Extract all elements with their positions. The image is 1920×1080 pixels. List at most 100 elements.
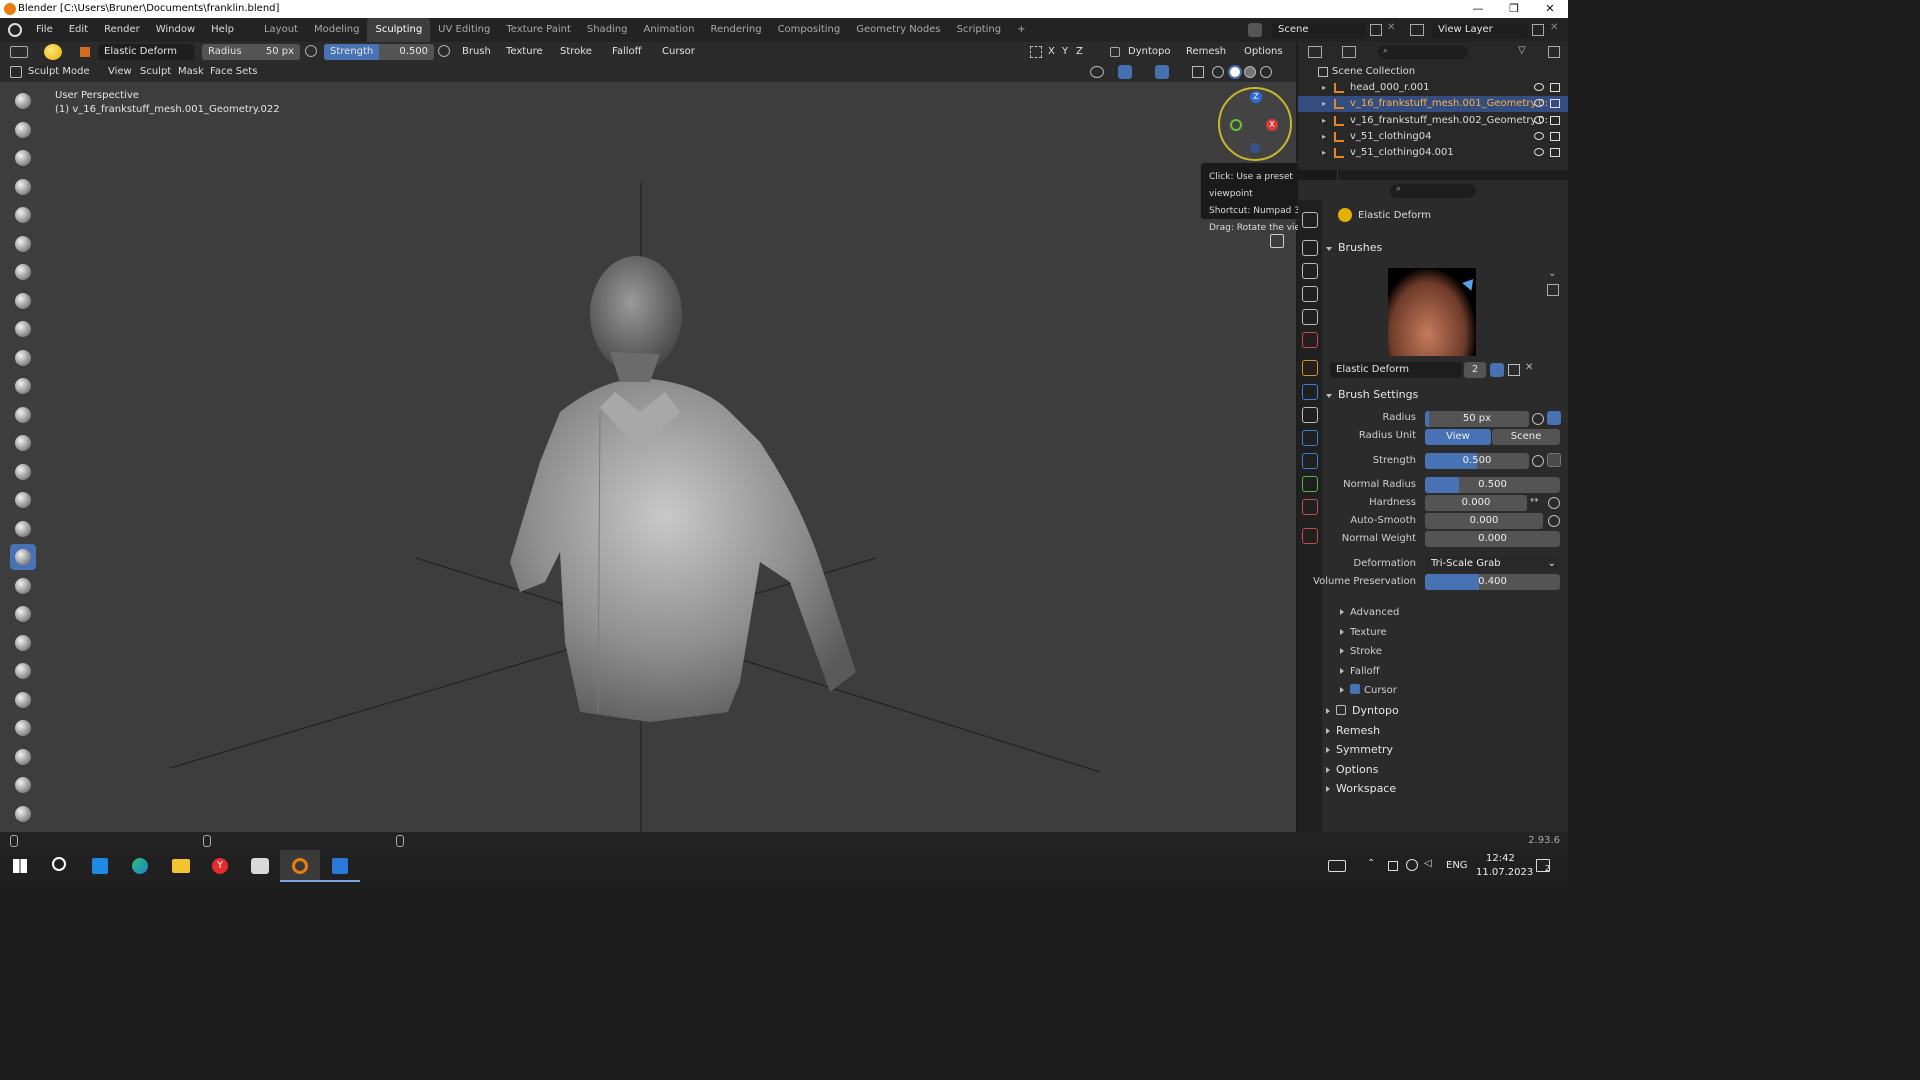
scene-field[interactable]: Scene [1272, 22, 1366, 38]
tool-multiplane-scrape[interactable] [10, 459, 36, 485]
menu-help[interactable]: Help [203, 18, 242, 42]
strength-tablet-icon[interactable] [1547, 453, 1561, 467]
autosmooth-field[interactable]: 0.000 [1425, 513, 1543, 529]
volume-icon[interactable]: ◁ [1424, 858, 1432, 869]
navigation-gizmo[interactable]: Z X [1218, 87, 1292, 161]
camera-icon[interactable] [1550, 148, 1560, 158]
rendered-shading-icon[interactable] [1260, 66, 1272, 78]
normal-weight-field[interactable]: 0.000 [1425, 531, 1560, 547]
tool-cloth[interactable] [10, 772, 36, 798]
brush-settings-panel-header[interactable]: Brush Settings [1326, 385, 1562, 405]
brushes-panel-header[interactable]: Brushes [1326, 238, 1562, 258]
tool-snake-hook[interactable] [10, 573, 36, 599]
radius-unit-view-button[interactable]: View [1425, 429, 1491, 445]
tool-pinch[interactable] [10, 487, 36, 513]
hardness-pressure-icon[interactable] [1548, 497, 1560, 509]
camera-icon[interactable] [1550, 83, 1560, 92]
expand-arrow-icon[interactable]: ▸ [1322, 80, 1326, 96]
hardness-field[interactable]: 0.000 [1425, 495, 1527, 511]
normal-radius-field[interactable]: 0.500 [1425, 477, 1560, 493]
tool-draw[interactable] [10, 88, 36, 114]
blender-menu-icon[interactable] [8, 23, 22, 37]
gizmo-y-axis[interactable] [1230, 119, 1242, 131]
tab-world-icon[interactable] [1302, 332, 1318, 348]
tool-boundary[interactable] [10, 744, 36, 770]
outliner-item[interactable]: ▸ v_16_frankstuff_mesh.002_Geometry.0: [1298, 113, 1568, 129]
outliner-item[interactable]: ▸ v_16_frankstuff_mesh.001_Geometry.0: [1298, 96, 1568, 113]
subpanel-falloff[interactable]: Falloff [1340, 663, 1380, 681]
taskbar-store-button[interactable] [80, 850, 120, 882]
battery-icon[interactable] [1388, 861, 1398, 871]
strength-pressure-toggle-icon[interactable] [1532, 455, 1544, 467]
workspace-tab-uv-editing[interactable]: UV Editing [430, 18, 498, 42]
tool-menu-brush[interactable]: Brush [458, 44, 495, 60]
new-scene-icon[interactable] [1370, 24, 1382, 36]
material-shading-icon[interactable] [1244, 66, 1256, 78]
3d-viewport[interactable]: User Perspective (1) v_16_frankstuff_mes… [0, 82, 1296, 832]
xray-icon[interactable] [1192, 66, 1204, 78]
expand-arrow-icon[interactable]: ▸ [1322, 129, 1326, 145]
duplicate-brush-icon[interactable] [1508, 364, 1520, 376]
brush-color-icon[interactable] [80, 47, 90, 57]
subpanel-texture[interactable]: Texture [1340, 624, 1387, 642]
brush-custom-icon[interactable] [1547, 284, 1559, 296]
menu-render[interactable]: Render [96, 18, 148, 42]
outliner-filter-view-icon[interactable] [1342, 46, 1356, 58]
tool-thumb[interactable] [10, 601, 36, 627]
tool-rotate[interactable] [10, 687, 36, 713]
tool-draw-sharp[interactable] [10, 117, 36, 143]
menu-window[interactable]: Window [148, 18, 203, 42]
scene-selector-icon[interactable] [1248, 23, 1262, 37]
tab-render-icon[interactable] [1302, 240, 1318, 256]
delete-scene-icon[interactable]: ✕ [1387, 22, 1395, 33]
panel-options[interactable]: Options [1326, 760, 1562, 780]
workspace-tab-animation[interactable]: Animation [636, 18, 703, 42]
taskbar-blender-button[interactable] [280, 850, 320, 882]
taskbar-edge-button[interactable] [120, 850, 160, 882]
properties-search-field[interactable]: ⌕ [1390, 184, 1476, 198]
tool-clay-strips[interactable] [10, 174, 36, 200]
outliner-display-mode-icon[interactable] [1308, 46, 1322, 58]
panel-remesh[interactable]: Remesh [1326, 721, 1562, 741]
volume-preservation-field[interactable]: 0.400 [1425, 574, 1560, 590]
dyntopo-panel-checkbox[interactable] [1336, 705, 1346, 715]
tab-tool-icon[interactable] [1302, 212, 1318, 228]
brush-icon[interactable] [44, 44, 62, 60]
language-indicator[interactable]: ENG [1446, 860, 1468, 871]
new-collection-icon[interactable] [1548, 46, 1560, 58]
expand-arrow-icon[interactable]: ▸ [1322, 145, 1326, 161]
brush-preview[interactable] [1388, 268, 1478, 356]
eye-icon[interactable] [1534, 115, 1544, 124]
radius-tablet-icon[interactable] [1547, 411, 1561, 425]
radius-pressure-icon[interactable] [305, 45, 317, 57]
workspace-tab-texture-paint[interactable]: Texture Paint [498, 18, 579, 42]
hardness-invert-icon[interactable]: ↔ [1530, 495, 1538, 506]
autosmooth-pressure-icon[interactable] [1548, 515, 1560, 527]
workspace-tab-geometry-nodes[interactable]: Geometry Nodes [848, 18, 948, 42]
dyntopo-menu[interactable]: Dyntopo [1124, 44, 1174, 60]
radius-unit-scene-button[interactable]: Scene [1492, 429, 1560, 445]
workspace-tab-compositing[interactable]: Compositing [770, 18, 849, 42]
strength-field[interactable]: Strength 0.500 [324, 44, 434, 60]
dyntopo-checkbox[interactable] [1110, 47, 1120, 57]
mode-menu-face-sets[interactable]: Face Sets [206, 64, 261, 80]
tool-blob[interactable] [10, 288, 36, 314]
subpanel-cursor[interactable]: Cursor [1340, 682, 1397, 700]
taskbar-search-button[interactable] [40, 850, 80, 882]
subpanel-advanced[interactable]: Advanced [1340, 604, 1399, 622]
overlay-toggle-icon[interactable] [1155, 65, 1169, 79]
workspace-tab-layout[interactable]: Layout [256, 18, 306, 42]
deformation-dropdown[interactable]: Tri-Scale Grab ⌄ [1425, 556, 1560, 572]
solid-shading-icon[interactable] [1228, 65, 1242, 79]
tool-layer[interactable] [10, 231, 36, 257]
expand-arrow-icon[interactable]: ▸ [1322, 113, 1326, 129]
workspace-tab-sculpting[interactable]: Sculpting [367, 18, 431, 42]
view-layer-field[interactable]: View Layer [1432, 22, 1528, 38]
eye-icon[interactable] [1534, 83, 1544, 91]
add-workspace-button[interactable]: + [1009, 18, 1033, 42]
brush-datablock-field[interactable]: Elastic Deform [1330, 362, 1462, 378]
tool-grab[interactable] [10, 516, 36, 542]
taskbar-explorer-button[interactable] [160, 850, 200, 882]
tool-pose[interactable] [10, 630, 36, 656]
wireframe-shading-icon[interactable] [1212, 66, 1224, 78]
